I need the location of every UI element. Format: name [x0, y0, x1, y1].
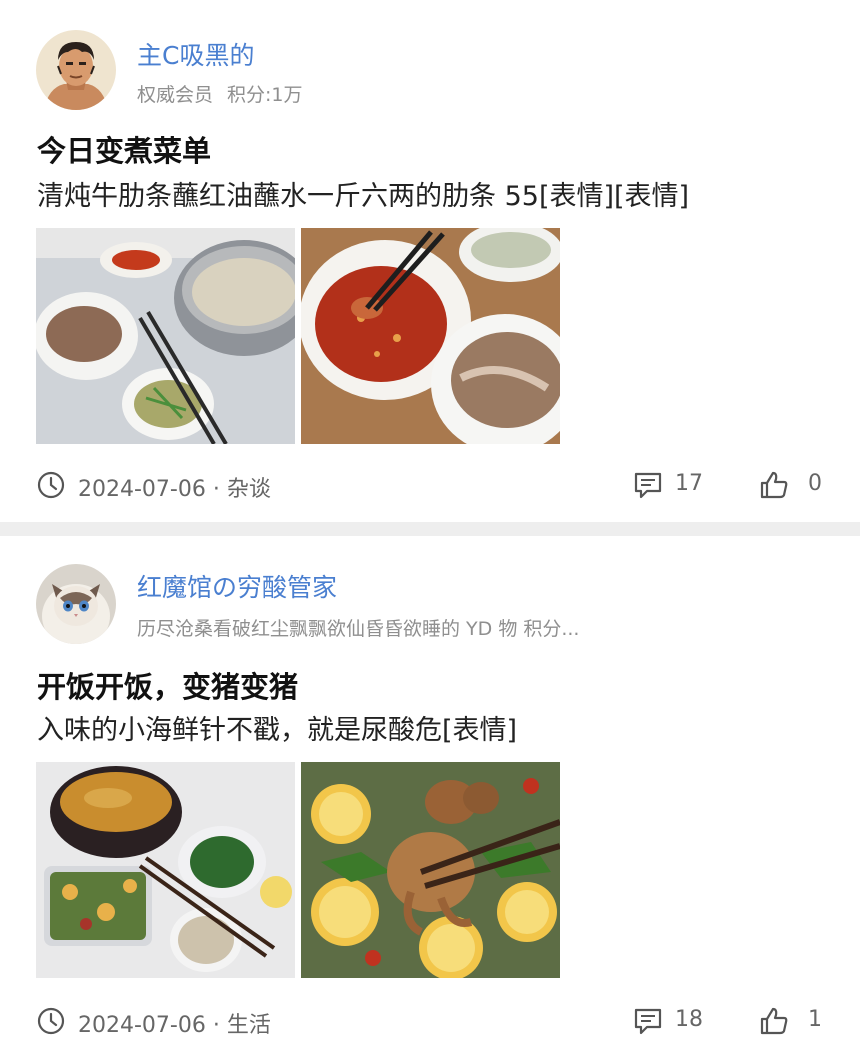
post-footer: 2024-07-06 · 生活 18 1 [36, 1004, 824, 1038]
clock-icon [37, 471, 65, 499]
like-count[interactable]: 0 [808, 471, 822, 496]
comment-icon[interactable] [633, 470, 663, 500]
author-meta: 历尽沧桑看破红尘飘飘欲仙昏昏欲睡的 YD 物 积分... [137, 618, 580, 640]
thumbs-up-icon[interactable] [758, 1005, 790, 1037]
post-title[interactable]: 今日变煮菜单 [37, 128, 211, 170]
post-body[interactable]: 清炖牛肋条蘸红油蘸水一斤六两的肋条 55[表情][表情] [37, 174, 827, 213]
comment-count[interactable]: 18 [675, 1007, 703, 1032]
post-category: 杂谈 [226, 477, 271, 502]
post-photo[interactable] [36, 228, 295, 444]
post-date: 2024-07-06 · 生活 [78, 1013, 271, 1038]
author-meta: 权威会员 积分:1万 [137, 80, 657, 107]
post-footer: 2024-07-06 · 杂谈 17 0 [36, 468, 824, 502]
author-avatar[interactable] [36, 30, 116, 110]
author-name[interactable]: 主C吸黑的 [137, 36, 254, 72]
author-points: 积分:1万 [227, 84, 303, 106]
clock-icon [37, 1007, 65, 1035]
author-avatar[interactable] [36, 564, 116, 644]
post-feed: 主C吸黑的 权威会员 积分:1万 今日变煮菜单 清炖牛肋条蘸红油蘸水一斤六两的肋条… [0, 0, 860, 1050]
post-card[interactable]: 红魔馆の穷酸管家 历尽沧桑看破红尘飘飘欲仙昏昏欲睡的 YD 物 积分... 开饭… [0, 536, 860, 1050]
member-badge: 权威会员 [137, 84, 214, 106]
author-name[interactable]: 红魔馆の穷酸管家 [137, 568, 337, 604]
post-body[interactable]: 入味的小海鲜针不戳，就是尿酸危[表情] [37, 708, 827, 747]
post-date: 2024-07-06 · 杂谈 [78, 477, 271, 502]
post-separator [0, 522, 860, 536]
post-photo[interactable] [301, 228, 560, 444]
post-card[interactable]: 主C吸黑的 权威会员 积分:1万 今日变煮菜单 清炖牛肋条蘸红油蘸水一斤六两的肋条… [0, 0, 860, 522]
post-title[interactable]: 开饭开饭，变猪变猪 [37, 664, 298, 706]
post-photo[interactable] [36, 762, 295, 978]
thumbs-up-icon[interactable] [758, 469, 790, 501]
comment-count[interactable]: 17 [675, 471, 703, 496]
post-photo[interactable] [301, 762, 560, 978]
comment-icon[interactable] [633, 1006, 663, 1036]
post-category: 生活 [226, 1013, 271, 1038]
like-count[interactable]: 1 [808, 1007, 822, 1032]
